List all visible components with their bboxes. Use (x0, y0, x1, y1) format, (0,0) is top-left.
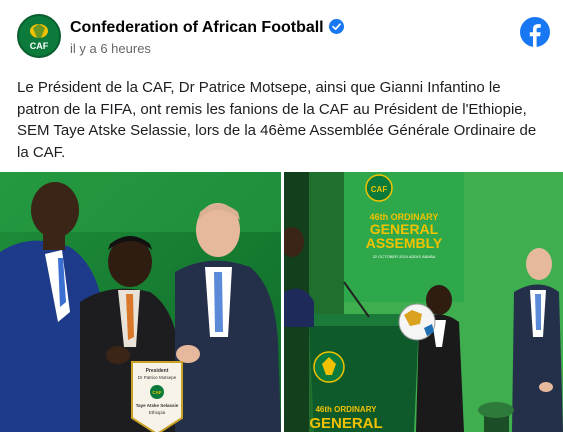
avatar[interactable]: CAF (17, 14, 61, 58)
avatar-logo-text: CAF (30, 41, 49, 51)
author-name-text[interactable]: Confederation of African Football (70, 19, 324, 36)
photo-right[interactable]: CAF 46th ORDINARY GENERAL ASSEMBLY 22 OC… (284, 172, 563, 432)
pennant-line-2: Dr Patrice Motsepe (138, 375, 177, 380)
pennant-line-5: Ethiopia (149, 410, 166, 415)
author-name[interactable]: Confederation of African Football (70, 19, 344, 37)
banner-small: 22 OCTOBER 2024 ADDIS ABABA (373, 254, 436, 259)
post-header: CAF Confederation of African Football il… (0, 0, 563, 68)
verified-badge-icon (328, 19, 344, 34)
banner-line-2: ASSEMBLY (366, 235, 443, 251)
banner-logo: CAF (371, 185, 388, 194)
pennant-line-3: CAF (152, 390, 161, 395)
post-timestamp[interactable]: il y a 6 heures (70, 41, 151, 56)
pennant-line-4: Taye Atske Selassie (136, 403, 179, 408)
photo-left[interactable]: President Dr Patrice Motsepe CAF Taye At… (0, 172, 281, 432)
pennant: President Dr Patrice Motsepe CAF Taye At… (131, 361, 183, 432)
post-text: Le Président de la CAF, Dr Patrice Motse… (17, 79, 537, 161)
pennant-line-1: President (146, 368, 169, 374)
podium-line-1: GENERAL (309, 415, 382, 432)
caf-logo-icon: CAF (19, 16, 59, 56)
facebook-logo-icon[interactable] (520, 17, 550, 47)
podium-sup: 46th ORDINARY (315, 405, 377, 414)
